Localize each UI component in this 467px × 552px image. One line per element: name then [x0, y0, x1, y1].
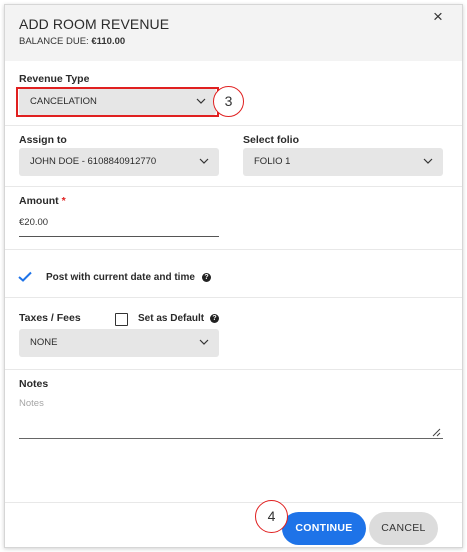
balance-due-value: €110.00 [91, 36, 126, 47]
divider [5, 186, 462, 187]
select-folio-label: Select folio [243, 134, 300, 146]
step-3-callout: 3 [213, 86, 244, 117]
cancel-button[interactable]: CANCEL [369, 512, 438, 545]
divider [5, 249, 462, 250]
amount-input[interactable]: €20.00 [19, 217, 48, 228]
chevron-down-icon [199, 158, 209, 164]
dialog-title: ADD ROOM REVENUE [19, 16, 170, 32]
taxes-fees-select[interactable]: NONE [19, 329, 219, 357]
required-mark: * [61, 195, 66, 207]
assign-to-value: JOHN DOE - 6108840912770 [30, 156, 157, 167]
notes-textarea[interactable]: Notes [19, 398, 44, 409]
continue-button[interactable]: CONTINUE [282, 512, 366, 545]
resize-handle-icon[interactable] [432, 428, 441, 437]
amount-underline [19, 236, 219, 237]
chevron-down-icon [423, 158, 433, 164]
help-icon[interactable]: ? [202, 273, 211, 282]
dialog-header: ADD ROOM REVENUE BALANCE DUE: €110.00 × [5, 5, 462, 61]
folio-value: FOLIO 1 [254, 156, 291, 167]
check-icon[interactable] [18, 271, 32, 282]
divider [5, 369, 462, 370]
select-folio-select[interactable]: FOLIO 1 [243, 148, 443, 176]
assign-to-select[interactable]: JOHN DOE - 6108840912770 [19, 148, 219, 176]
chevron-down-icon [199, 339, 209, 345]
assign-to-label: Assign to [19, 134, 67, 146]
help-icon[interactable]: ? [210, 314, 219, 323]
revenue-type-label: Revenue Type [19, 73, 90, 85]
add-room-revenue-dialog: ADD ROOM REVENUE BALANCE DUE: €110.00 × … [4, 4, 463, 548]
set-as-default-checkbox[interactable] [115, 313, 128, 326]
revenue-type-highlight [16, 87, 219, 117]
divider [5, 502, 462, 503]
balance-due-label: BALANCE DUE: [19, 36, 92, 47]
notes-label: Notes [19, 378, 49, 390]
notes-underline [19, 438, 443, 439]
amount-label-text: Amount [19, 195, 59, 207]
step-4-callout: 4 [255, 500, 288, 533]
divider [5, 125, 462, 126]
taxes-fees-value: NONE [30, 337, 58, 348]
close-icon[interactable]: × [429, 8, 447, 26]
post-current-date-label: Post with current date and time [46, 272, 195, 283]
divider [5, 297, 462, 298]
set-as-default-label: Set as Default [138, 313, 205, 324]
balance-due: BALANCE DUE: €110.00 [19, 36, 125, 47]
taxes-fees-label: Taxes / Fees [19, 312, 81, 324]
amount-label: Amount * [19, 195, 66, 207]
